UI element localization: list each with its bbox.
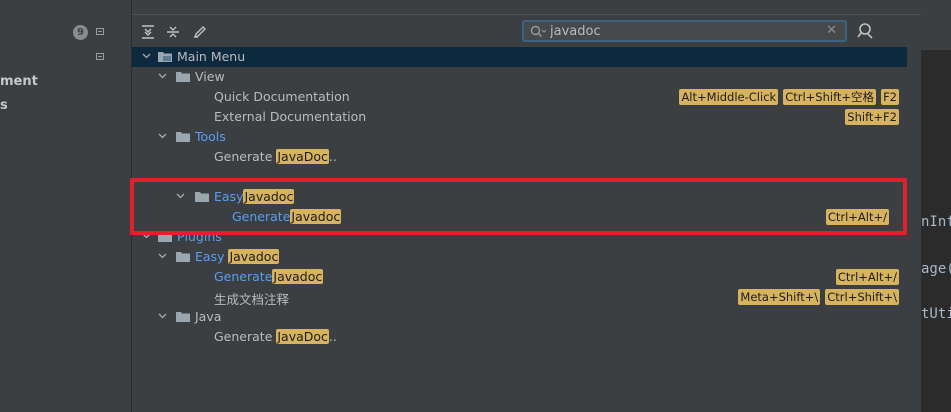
sidebar-item-label[interactable]: ment [0,74,38,89]
tree-scrollbar[interactable] [909,47,919,412]
tree-label: Tools [195,129,226,144]
left-sidebar: 9 ment s [0,0,132,412]
sidebar-item-label[interactable]: s [0,98,8,113]
tree-node-generate-javadoc[interactable]: Generate JavaDoc.. [132,147,907,167]
match-highlight: Javadoc [243,189,295,204]
tree-label: View [195,69,225,84]
folder-icon [195,192,209,202]
shortcut-chip: Ctrl+Shift+空格 [783,89,877,105]
clear-search-icon[interactable]: ✕ [826,23,837,38]
match-highlight: Javadoc [228,249,280,264]
menu-folder-icon [158,52,172,62]
editor-background [921,0,951,412]
tree-node-external-documentation[interactable]: External Documentation Shift+F2 [132,107,907,127]
match-highlight: JavaDoc [276,329,329,344]
expand-all-button[interactable] [138,22,158,42]
shortcut-chip: Alt+Middle-Click [679,89,779,105]
tree-label: GenerateJavadoc [232,209,342,224]
chevron-down-icon[interactable] [142,53,151,59]
search-input[interactable] [550,22,820,40]
tree-node-generate-doc-comment[interactable]: 生成文档注释 Meta+Shift+\ Ctrl+Shift+\ [132,287,907,307]
tree-label: Quick Documentation [214,89,350,104]
tree-label: 生成文档注释 [214,292,290,307]
tree-label: EasyJavadoc [214,189,295,204]
tree-label: Generate JavaDoc.. [214,329,337,344]
shortcut-list: Shift+F2 [845,109,899,125]
shortcut-chip: F2 [881,89,899,105]
folder-icon [176,132,190,142]
shortcut-list: Ctrl+Alt+/ [825,209,889,225]
edit-shortcut-button[interactable] [190,22,210,42]
tree-label: Generate JavaDoc.. [214,149,337,164]
chevron-down-icon[interactable] [176,193,185,199]
tree-label: Main Menu [177,49,246,64]
chevron-down-icon[interactable] [158,313,167,319]
shortcut-list: Alt+Middle-Click Ctrl+Shift+空格 F2 [679,89,899,105]
search-field[interactable]: ✕ [522,20,847,42]
tree-node-tools[interactable]: Tools [132,127,907,147]
panel-toggle-icon[interactable] [96,53,104,60]
edit-shortcut-icon [193,26,206,39]
tree-label: Plugins [177,229,222,244]
shortcut-chip: Ctrl+Alt+/ [825,209,889,225]
tree-node-easy-javadoc[interactable]: EasyJavadoc [132,187,907,207]
tree-node-generate-javadoc[interactable]: Generate JavaDoc.. [132,327,907,347]
search-icon [530,25,546,37]
keymap-panel: ✕ Main Menu View Quick Documentation Alt… [132,0,921,412]
folder-icon [176,312,190,322]
match-highlight: JavaDoc [276,149,329,164]
tree-node-view[interactable]: View [132,67,907,87]
tree-label: GenerateJavadoc [214,269,324,284]
tree-node-generate-javadoc[interactable]: GenerateJavadoc Ctrl+Alt+/ [132,267,907,287]
shortcut-list: Ctrl+Alt+/ [835,269,899,285]
tree-label: Java [195,309,222,324]
shortcut-list: Meta+Shift+\ Ctrl+Shift+\ [738,289,899,305]
collapse-all-icon [167,26,179,38]
tree-node-generate-javadoc[interactable]: GenerateJavadoc Ctrl+Alt+/ [132,207,907,227]
shortcut-chip: Meta+Shift+\ [738,289,821,305]
tree-node-quick-documentation[interactable]: Quick Documentation Alt+Middle-Click Ctr… [132,87,907,107]
code-fragment: nInf [921,214,951,230]
folder-icon [158,232,172,242]
tree-label: External Documentation [214,109,367,124]
expand-all-icon [142,25,154,39]
match-highlight: Javadoc [290,209,342,224]
code-fragment: tUti [921,306,951,322]
tree-node-plugins[interactable]: Plugins [132,227,907,247]
chevron-down-icon[interactable] [158,73,167,79]
tree-node-main-menu[interactable]: Main Menu [132,47,907,67]
chevron-down-icon[interactable] [158,253,167,259]
keymap-tree: Main Menu View Quick Documentation Alt+M… [132,47,921,412]
panel-toggle-icon[interactable] [96,28,104,35]
shortcut-chip: Shift+F2 [845,109,899,125]
notification-badge: 9 [73,25,88,40]
shortcut-chip: Ctrl+Alt+/ [835,269,899,285]
collapse-all-button[interactable] [163,22,183,42]
folder-icon [176,72,190,82]
chevron-down-icon[interactable] [158,133,167,139]
tree-label: Easy Javadoc [195,249,280,264]
find-by-shortcut-icon[interactable] [856,22,874,40]
folder-icon [176,252,190,262]
tree-node-easy-javadoc[interactable]: Easy Javadoc [132,247,907,267]
match-highlight: Javadoc [272,269,324,284]
tree-node-java[interactable]: Java [132,307,907,327]
code-fragment: age( [921,261,951,277]
shortcut-chip: Ctrl+Shift+\ [825,289,899,305]
chevron-down-icon[interactable] [142,233,151,239]
